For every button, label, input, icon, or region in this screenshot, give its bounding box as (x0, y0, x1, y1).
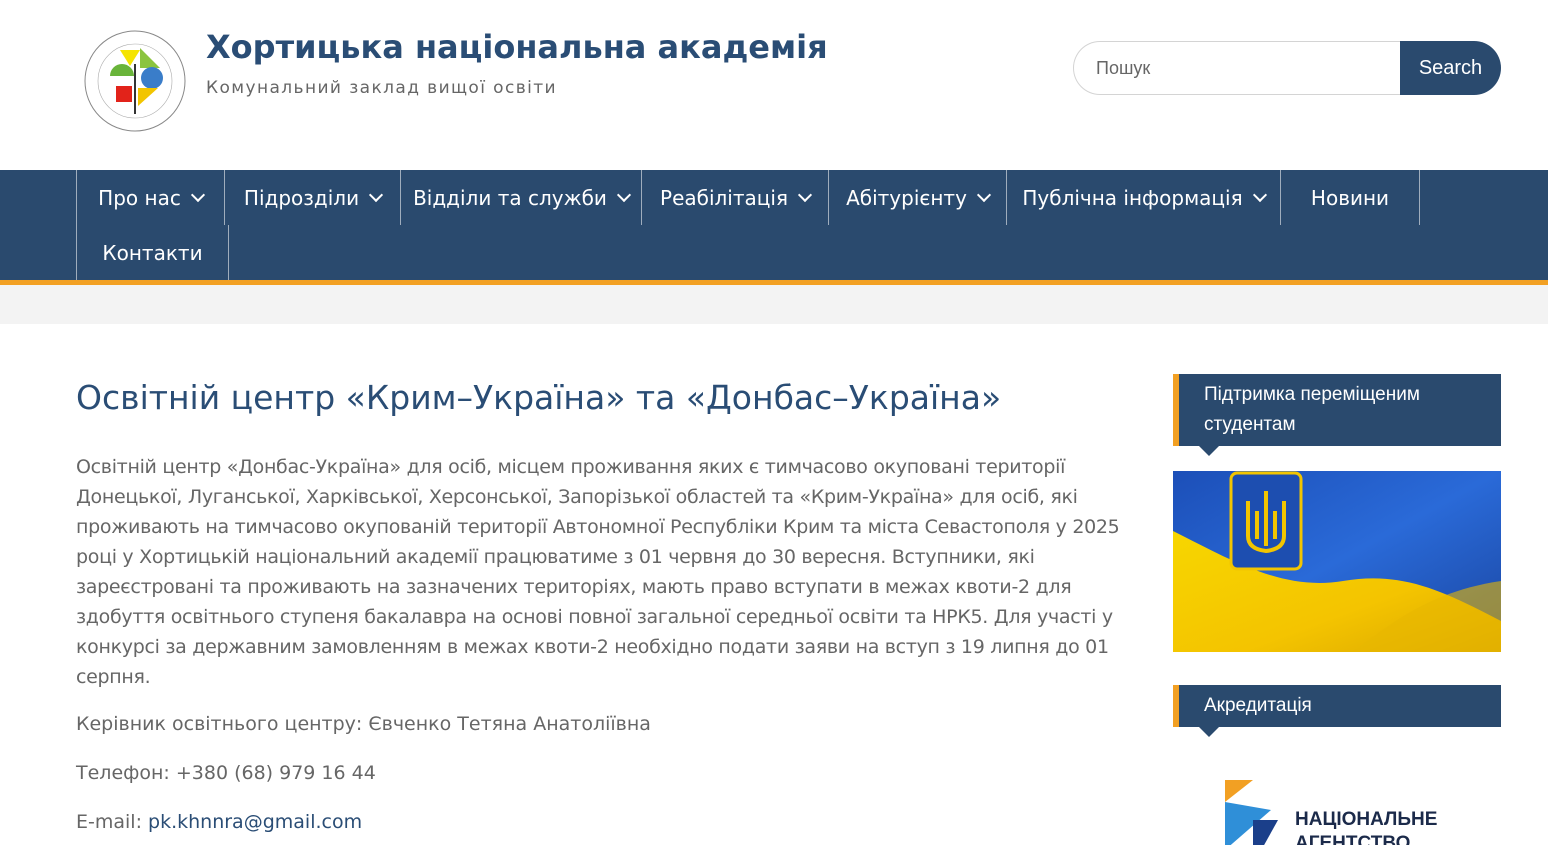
phone-line: Телефон: +380 (68) 979 16 44 (76, 762, 376, 784)
breadcrumb-band (0, 285, 1548, 324)
nav-item-rehabilitation[interactable]: Реабілітація (641, 170, 828, 225)
nav-item-about[interactable]: Про нас (76, 170, 224, 225)
widget-title-displaced-support: Підтримка переміщеним студентам (1173, 374, 1501, 456)
accreditation-text-line2: АГЕНТСТВО (1295, 833, 1411, 845)
accreditation-text: НАЦІОНАЛЬНЕ АГЕНТСТВО (1295, 808, 1437, 845)
chevron-down-icon (1252, 187, 1267, 202)
nav-item-applicants[interactable]: Абітурієнту (828, 170, 1006, 225)
nav-item-label: Контакти (102, 240, 203, 265)
email-link[interactable]: pk.khnnra@gmail.com (148, 811, 362, 833)
nav-item-news[interactable]: Новини (1280, 170, 1420, 225)
nav-item-label: Абітурієнту (846, 185, 967, 210)
academy-logo[interactable] (82, 28, 188, 134)
ukraine-flag-image[interactable] (1173, 471, 1501, 652)
nav-item-contacts[interactable]: Контакти (76, 225, 229, 280)
email-line: E-mail: pk.khnnra@gmail.com (76, 811, 362, 833)
chevron-down-icon (369, 187, 384, 202)
email-label: E-mail: (76, 811, 149, 833)
nav-item-label: Про нас (98, 185, 181, 210)
nav-item-label: Відділи та служби (413, 185, 607, 210)
nav-item-label: Публічна інформація (1022, 185, 1243, 210)
chevron-down-icon (616, 187, 631, 202)
site-title[interactable]: Хортицька національна академія (206, 28, 828, 66)
chevron-down-icon (797, 187, 813, 202)
site-description: Комунальний заклад вищої освіти (206, 78, 558, 98)
naqa-logo-icon (1225, 780, 1278, 845)
search-form: Search (1073, 41, 1501, 95)
nav-item-label: Підрозділи (243, 185, 360, 210)
nav-item-departments[interactable]: Підрозділи (224, 170, 400, 225)
main-navigation: Про нас Підрозділи Відділи та служби Реа… (0, 170, 1548, 280)
nav-item-label: Реабілітація (660, 185, 788, 210)
accreditation-text-line1: НАЦІОНАЛЬНЕ (1295, 809, 1438, 830)
center-head: Керівник освітнього центру: Євченко Тетя… (76, 713, 651, 735)
article-paragraph: Освітній центр «Донбас-Україна» для осіб… (76, 456, 1120, 688)
search-input[interactable] (1073, 41, 1413, 95)
accreditation-banner[interactable]: НАЦІОНАЛЬНЕ АГЕНТСТВО (1173, 760, 1501, 845)
widget-title-accreditation: Акредитація (1173, 685, 1501, 737)
chevron-down-icon (190, 187, 205, 202)
chevron-down-icon (976, 187, 991, 202)
site-header: Хортицька національна академія Комунальн… (0, 0, 1548, 170)
nav-item-label: Новини (1310, 185, 1390, 210)
page-title: Освітній центр «Крим–Україна» та «Донбас… (76, 378, 1002, 417)
search-button[interactable]: Search (1400, 41, 1501, 95)
nav-item-public-info[interactable]: Публічна інформація (1006, 170, 1280, 225)
nav-item-services[interactable]: Відділи та служби (400, 170, 641, 225)
